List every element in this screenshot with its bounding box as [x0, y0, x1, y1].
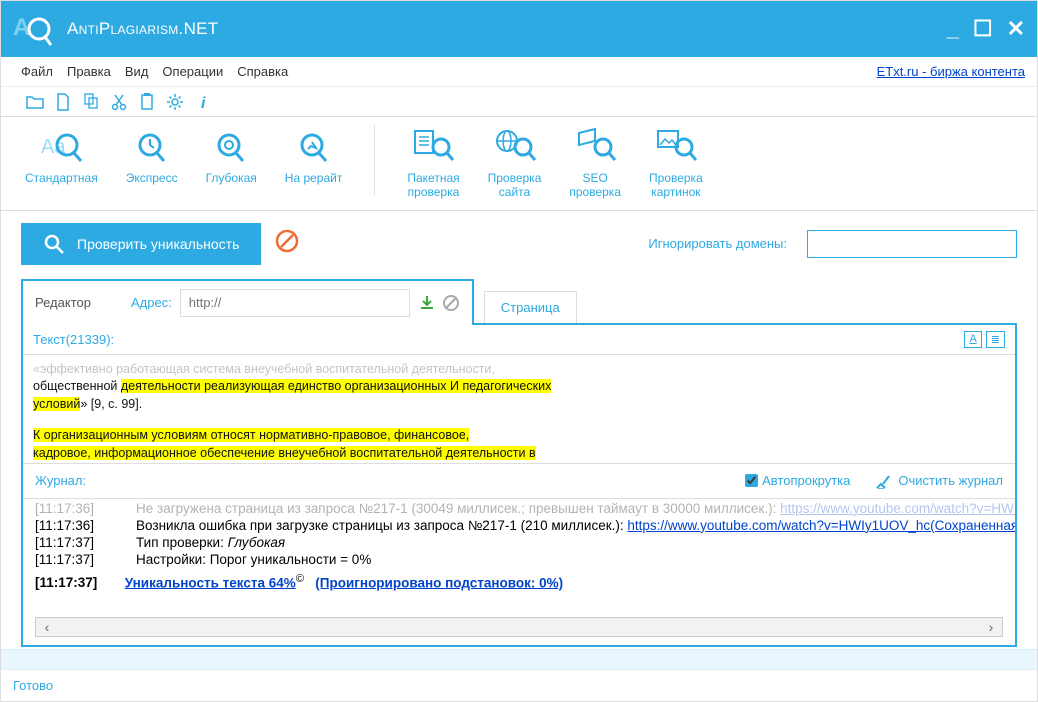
titlebar: A AntiPlagiarism.NET _ ☐ ✕: [1, 1, 1037, 57]
journal-label: Журнал:: [35, 473, 745, 488]
check-standard-button[interactable]: Aa Стандартная: [25, 125, 98, 185]
download-icon[interactable]: [418, 294, 436, 312]
check-uniqueness-button[interactable]: Проверить уникальность: [21, 223, 261, 265]
big-btn-label: SEO проверка: [569, 171, 621, 200]
check-deep-button[interactable]: Глубокая: [206, 125, 257, 185]
tab-page[interactable]: Страница: [484, 291, 577, 323]
site-check-button[interactable]: Проверка сайта: [488, 125, 542, 200]
text-line: общественной: [33, 379, 121, 393]
check-rewrite-button[interactable]: На рерайт: [285, 125, 343, 185]
address-label: Адрес:: [131, 295, 172, 310]
log-row: [11:17:37] Тип проверки: Глубокая: [35, 535, 1003, 550]
forbidden-icon[interactable]: [442, 294, 460, 312]
text-tool-a[interactable]: A: [964, 331, 981, 348]
image-check-button[interactable]: Проверка картинок: [649, 125, 703, 200]
info-icon[interactable]: i: [193, 92, 213, 112]
url-input[interactable]: [180, 289, 410, 317]
etxt-link[interactable]: ETxt.ru - биржа контента: [877, 64, 1025, 79]
text-line-faded: «эффективно работающая система внеучебно…: [33, 361, 1005, 379]
new-file-icon[interactable]: [53, 92, 73, 112]
log-row: [11:17:36] Возникла ошибка при загрузке …: [35, 518, 1003, 533]
minimize-button[interactable]: _: [947, 16, 959, 42]
journal-header: Журнал: Автопрокрутка Очистить журнал: [23, 463, 1015, 499]
copy-icon[interactable]: [81, 92, 101, 112]
clear-journal-button[interactable]: Очистить журнал: [874, 472, 1003, 490]
clear-journal-label: Очистить журнал: [898, 473, 1003, 488]
toolbar-separator: [374, 125, 375, 195]
big-btn-label: Пакетная проверка: [407, 171, 459, 200]
big-btn-label: Экспресс: [126, 171, 178, 185]
scroll-left-arrow[interactable]: ‹: [36, 619, 58, 635]
big-toolbar: Aa Стандартная Экспресс Глубокая На рера…: [1, 117, 1037, 211]
check-express-button[interactable]: Экспресс: [126, 125, 178, 185]
autoscroll-label: Автопрокрутка: [762, 473, 850, 488]
text-highlight: условий: [33, 397, 80, 411]
broom-icon: [874, 472, 892, 490]
log-row: [11:17:37] Настройки: Порог уникальности…: [35, 552, 1003, 567]
text-line: » [9, с. 99].: [80, 397, 142, 411]
open-icon[interactable]: [25, 92, 45, 112]
statusbar: Готово: [1, 669, 1037, 701]
big-btn-label: Стандартная: [25, 171, 98, 185]
menubar: Файл Правка Вид Операции Справка ETxt.ru…: [1, 57, 1037, 87]
big-btn-label: На рерайт: [285, 171, 343, 185]
log-link[interactable]: https://www.youtube.com/watch?v=HWIy1UOV…: [627, 518, 1015, 533]
maximize-button[interactable]: ☐: [973, 16, 993, 42]
text-header: Текст(21339): A ≣: [23, 325, 1015, 355]
text-highlight: К организационным условиям относят норма…: [33, 428, 469, 442]
ignored-result[interactable]: (Проигнорировано подстановок: 0%): [315, 575, 563, 590]
uniqueness-result[interactable]: Уникальность текста 64%: [125, 575, 296, 590]
tab-editor[interactable]: Редактор Адрес:: [21, 279, 474, 325]
cut-icon[interactable]: [109, 92, 129, 112]
autoscroll-input[interactable]: [745, 474, 758, 487]
tabs-row: Редактор Адрес: Страница: [1, 277, 1037, 323]
gear-icon[interactable]: [165, 92, 185, 112]
menu-edit[interactable]: Правка: [67, 64, 111, 79]
scroll-right-arrow[interactable]: ›: [980, 619, 1002, 635]
ignore-domains-input[interactable]: [807, 230, 1017, 258]
bottom-strip: [1, 649, 1037, 669]
text-count-label: Текст(21339):: [33, 332, 964, 347]
autoscroll-checkbox[interactable]: Автопрокрутка: [745, 473, 850, 488]
batch-check-button[interactable]: Пакетная проверка: [407, 125, 459, 200]
app-logo: A: [13, 9, 53, 49]
ignore-domains-label: Игнорировать домены:: [648, 236, 787, 251]
paste-icon[interactable]: [137, 92, 157, 112]
editor-panel: Текст(21339): A ≣ «эффективно работающая…: [21, 323, 1017, 647]
text-highlight: кадровое, информационное обеспечение вне…: [33, 446, 536, 460]
text-content-area[interactable]: «эффективно работающая система внеучебно…: [23, 355, 1015, 463]
menu-view[interactable]: Вид: [125, 64, 149, 79]
big-btn-label: Глубокая: [206, 171, 257, 185]
log-area: [11:17:36] Не загружена страница из запр…: [23, 499, 1015, 611]
app-title: AntiPlagiarism.NET: [67, 19, 947, 39]
svg-text:i: i: [201, 95, 206, 112]
menu-operations[interactable]: Операции: [162, 64, 223, 79]
editor-tab-label: Редактор: [35, 295, 91, 310]
check-btn-label: Проверить уникальность: [77, 236, 239, 252]
icon-toolbar: i: [1, 87, 1037, 117]
checkbar: Проверить уникальность Игнорировать доме…: [1, 211, 1037, 277]
menu-file[interactable]: Файл: [21, 64, 53, 79]
seo-check-button[interactable]: SEO проверка: [569, 125, 621, 200]
text-highlight: деятельности реализующая единство органи…: [121, 379, 551, 393]
stop-icon[interactable]: [275, 229, 299, 258]
menu-help[interactable]: Справка: [237, 64, 288, 79]
status-text: Готово: [13, 678, 53, 693]
search-icon: [43, 233, 65, 255]
close-button[interactable]: ✕: [1007, 16, 1025, 42]
log-row-result: [11:17:37] Уникальность текста 64%© (Про…: [35, 573, 1003, 591]
big-btn-label: Проверка сайта: [488, 171, 542, 200]
log-row: [11:17:36] Не загружена страница из запр…: [35, 501, 1003, 516]
horizontal-scrollbar[interactable]: ‹ ›: [35, 617, 1003, 637]
big-btn-label: Проверка картинок: [649, 171, 703, 200]
text-tool-list[interactable]: ≣: [986, 331, 1005, 348]
log-link[interactable]: https://www.youtube.com/watch?v=HWIy: [780, 501, 1015, 516]
